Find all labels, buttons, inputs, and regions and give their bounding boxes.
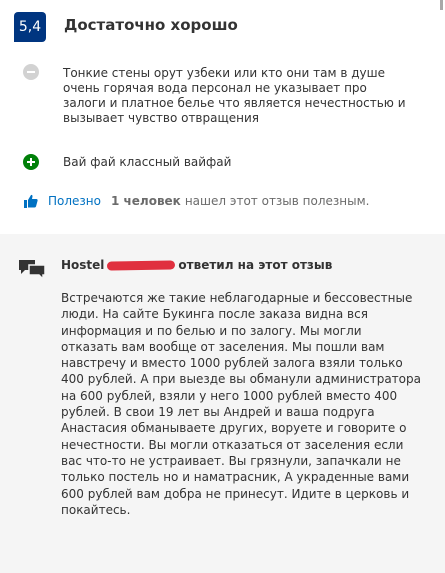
helpful-row: Полезно 1 человек нашел этот отзыв полез…	[24, 193, 369, 209]
helpful-button[interactable]: Полезно	[48, 194, 101, 208]
helpful-count: 1 человек	[111, 194, 181, 208]
redaction-mark	[107, 259, 176, 271]
reply-header-suffix: ответил на этот отзыв	[178, 258, 333, 272]
property-reply: Hostel ответил на этот отзыв Встречаются…	[0, 234, 445, 573]
hotel-name: Hostel	[61, 258, 105, 272]
helpful-rest-text: нашел этот отзыв полезным.	[184, 194, 370, 208]
reply-text: Встречаются же такие неблагодарные и бес…	[61, 291, 421, 517]
thumbs-up-icon[interactable]	[24, 194, 38, 208]
chat-bubbles-icon	[19, 260, 46, 280]
negative-review-text: Тонкие стены орут узбеки или кто они там…	[63, 66, 406, 125]
plus-circle-icon	[23, 154, 39, 170]
score-badge: 5,4	[14, 12, 46, 42]
reply-header: Hostel ответил на этот отзыв	[61, 258, 332, 272]
positive-review-text: Вай фай классный вайфай	[63, 155, 232, 169]
score-value: 5,4	[18, 19, 42, 35]
minus-circle-icon	[23, 64, 39, 80]
scrollbar-fragment	[440, 0, 443, 10]
score-word: Достаточно хорошо	[64, 16, 238, 34]
